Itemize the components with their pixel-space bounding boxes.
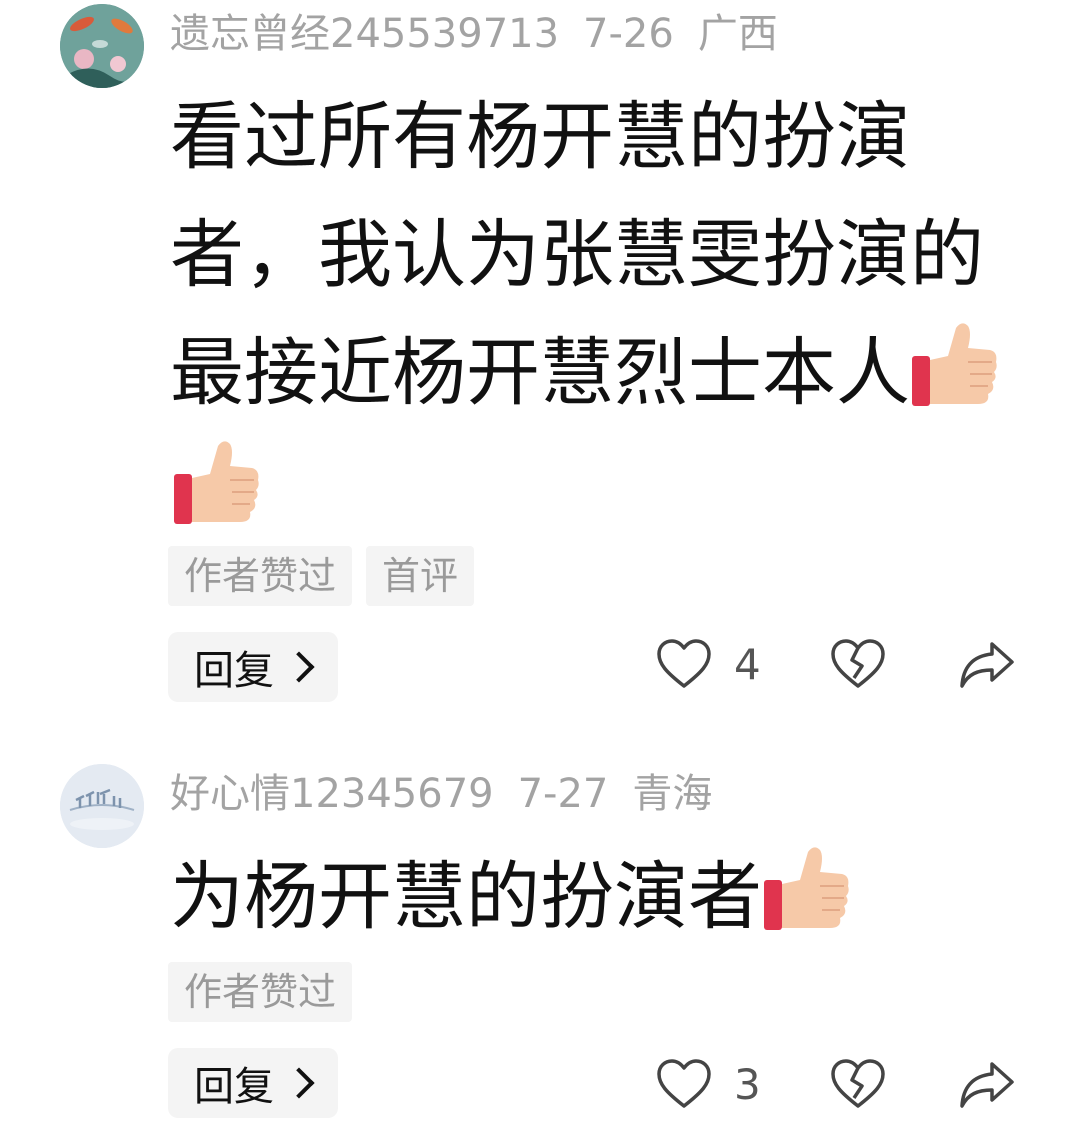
thumbs-up-emoji-icon bbox=[172, 436, 260, 528]
comment-date: 7-27 bbox=[517, 771, 609, 817]
comment-date: 7-26 bbox=[583, 11, 674, 57]
author-liked-tag: 作者赞过 bbox=[168, 962, 353, 1022]
comment-body: 为杨开慧的扮演者 bbox=[170, 854, 762, 940]
comment-meta: 好心情12345679 7-27 青海 bbox=[170, 770, 736, 818]
comment-body: 看过所有杨开慧的扮演者，我认为张慧雯扮演的最接近杨开慧烈士本人 bbox=[170, 94, 984, 416]
like-button[interactable]: 4 bbox=[656, 638, 761, 690]
share-arrow-icon bbox=[960, 642, 1014, 688]
like-count: 4 bbox=[734, 639, 761, 689]
snowy-tree-avatar-icon[interactable] bbox=[60, 764, 144, 848]
koi-lotus-avatar-icon[interactable] bbox=[60, 4, 144, 88]
comment-text: 看过所有杨开慧的扮演者，我认为张慧雯扮演的最接近杨开慧烈士本人 bbox=[170, 78, 1030, 550]
comment-tags: 作者赞过 bbox=[168, 962, 353, 1022]
comment-actions: 4 bbox=[0, 632, 1080, 702]
share-button[interactable] bbox=[958, 640, 1016, 694]
dislike-button[interactable] bbox=[830, 638, 886, 694]
comment-location: 广西 bbox=[697, 11, 778, 57]
comment-actions: 3 bbox=[0, 1052, 1080, 1122]
thumbs-up-emoji-icon bbox=[762, 842, 850, 934]
like-count: 3 bbox=[734, 1059, 761, 1109]
first-comment-tag: 首评 bbox=[366, 546, 475, 606]
share-button[interactable] bbox=[958, 1060, 1016, 1114]
comment-username[interactable]: 遗忘曾经245539713 bbox=[170, 11, 559, 57]
comment-text: 为杨开慧的扮演者 bbox=[170, 838, 1030, 956]
comment-username[interactable]: 好心情12345679 bbox=[170, 771, 494, 817]
author-liked-tag: 作者赞过 bbox=[168, 546, 353, 606]
thumbs-up-emoji-icon bbox=[910, 318, 998, 410]
comment-meta: 遗忘曾经245539713 7-26 广西 bbox=[170, 10, 802, 58]
broken-heart-icon bbox=[831, 639, 885, 688]
dislike-button[interactable] bbox=[830, 1058, 886, 1114]
broken-heart-icon bbox=[831, 1059, 885, 1108]
comment-tags: 作者赞过 首评 bbox=[168, 546, 475, 606]
heart-outline-icon bbox=[657, 1059, 711, 1108]
share-arrow-icon bbox=[960, 1062, 1014, 1108]
comment-location: 青海 bbox=[632, 771, 713, 817]
heart-outline-icon bbox=[657, 639, 711, 688]
like-button[interactable]: 3 bbox=[656, 1058, 761, 1110]
